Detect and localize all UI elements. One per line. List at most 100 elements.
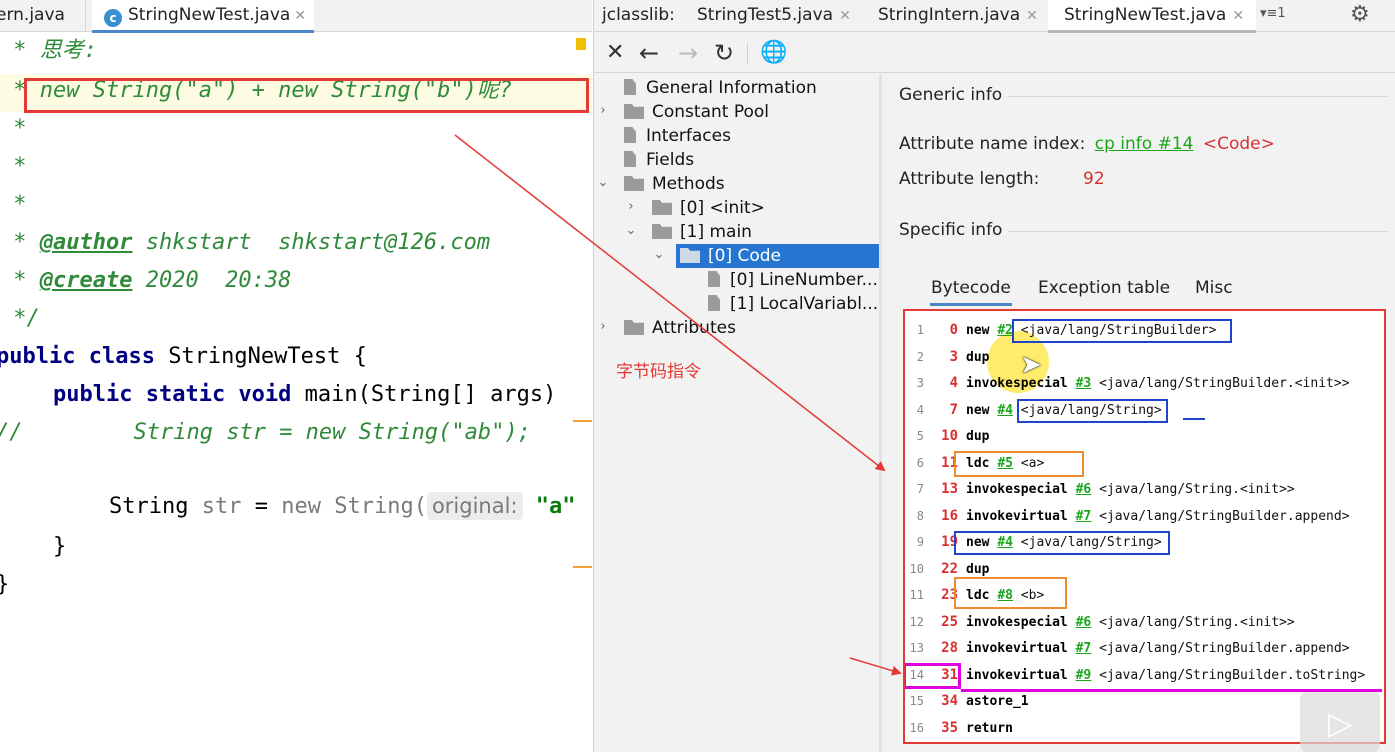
class-structure-tree[interactable]: General Information › Constant Pool Inte…	[594, 74, 882, 752]
play-button[interactable]: ▷	[1300, 692, 1380, 752]
bytecode-offset: 7	[949, 401, 958, 418]
close-icon[interactable]: ✕	[294, 8, 306, 24]
attribute-details: Generic info Attribute name index: cp in…	[883, 74, 1395, 752]
tree-item-attributes[interactable]: Attributes	[624, 316, 736, 340]
bytecode-row[interactable]: 2 3 dup	[905, 344, 990, 370]
tree-item-main[interactable]: [1] main	[652, 220, 752, 244]
close-icon[interactable]: ✕	[1232, 8, 1244, 24]
bytecode-argument: <java/lang/StringBuilder.append>	[1099, 641, 1350, 656]
tree-item-code[interactable]: [0] Code	[676, 244, 879, 268]
constant-pool-link[interactable]: #6	[1076, 615, 1092, 630]
tab-exception-table[interactable]: Exception table	[1038, 274, 1170, 302]
folder-icon	[652, 224, 672, 239]
tree-item-constant-pool[interactable]: Constant Pool	[624, 100, 769, 124]
code-editor[interactable]: ern.java c StringNewTest.java ✕ * 思考: * ne…	[0, 0, 592, 752]
bytecode-row[interactable]: 14 31 invokevirtual #9 <java/lang/StringBu…	[905, 662, 1366, 688]
bytecode-row[interactable]: 5 10 dup	[905, 423, 990, 449]
constant-pool-link[interactable]: #9	[1076, 668, 1092, 683]
bytecode-offset: 34	[941, 693, 958, 709]
code-line: public class StringNewTest {	[0, 344, 367, 369]
jclasslib-tab-stringnewtest[interactable]: StringNewTest.java ✕	[1048, 0, 1257, 33]
folder-icon	[624, 176, 644, 191]
tree-item-line-number-table[interactable]: [0] LineNumber...	[708, 268, 878, 292]
bytecode-row[interactable]: 13 28 invokevirtual #7 <java/lang/StringBu…	[905, 635, 1350, 661]
bytecode-row[interactable]: 3 4 invokespecial #3 <java/lang/StringBuil…	[905, 370, 1350, 396]
bytecode-line-number: 4	[916, 402, 924, 417]
code-area[interactable]: * 思考: * new String("a") + new String("b"…	[0, 32, 592, 752]
bytecode-offset: 11	[941, 454, 958, 471]
parameter-hint: original:	[426, 492, 523, 520]
tree-item-interfaces[interactable]: Interfaces	[624, 124, 731, 148]
tree-item-general-information[interactable]: General Information	[624, 76, 817, 100]
chevron-down-icon[interactable]: ⌄	[624, 223, 638, 238]
constant-pool-link[interactable]: #2	[997, 323, 1013, 338]
reload-icon[interactable]: ↻	[714, 37, 734, 69]
code-line: * 思考:	[0, 38, 97, 63]
tab-list-icon[interactable]: ▾≡1	[1260, 6, 1286, 21]
bytecode-line-number: 12	[909, 614, 924, 629]
chevron-right-icon[interactable]: ›	[596, 319, 610, 334]
constant-pool-link[interactable]: #7	[1076, 509, 1092, 524]
bytecode-opcode: invokevirtual	[966, 667, 1068, 683]
chevron-down-icon[interactable]: ⌄	[652, 247, 666, 262]
file-icon	[708, 271, 720, 287]
cp-info-link[interactable]: cp info #14	[1095, 134, 1194, 154]
tab-misc[interactable]: Misc	[1195, 274, 1233, 302]
constant-pool-link[interactable]: #3	[1076, 376, 1092, 391]
code-line: */	[0, 306, 40, 331]
bytecode-line-number: 11	[909, 588, 924, 602]
jclasslib-tab-stringtest5[interactable]: StringTest5.java ✕	[697, 0, 851, 32]
file-icon	[624, 79, 636, 95]
tree-item-methods[interactable]: Methods	[624, 172, 725, 196]
bytecode-row[interactable]: 16 35 return	[905, 715, 1013, 741]
back-icon[interactable]: ←	[639, 37, 659, 69]
web-icon[interactable]: 🌐	[760, 37, 787, 69]
constant-pool-link[interactable]: #4	[997, 403, 1013, 418]
bytecode-offset: 28	[941, 640, 958, 656]
close-icon[interactable]: ✕	[839, 8, 851, 24]
bytecode-opcode: invokevirtual	[966, 641, 1068, 656]
tree-item-local-variable-table[interactable]: [1] LocalVariabl...	[708, 292, 878, 316]
editor-tab-stringnewtest[interactable]: c StringNewTest.java ✕	[92, 0, 314, 33]
mouse-cursor-icon: ➤	[1020, 350, 1042, 380]
bytecode-offset: 23	[941, 587, 958, 603]
attribute-name-index-row: Attribute name index: cp info #14 <Code>	[899, 134, 1275, 154]
bytecode-row[interactable]: 8 16 invokevirtual #7 <java/lang/StringBui…	[905, 503, 1350, 529]
bytecode-listing[interactable]: 1 0 new #2 <java/lang/StringBuilder> 2 3 dup 3…	[903, 309, 1386, 744]
jclasslib-toolbar: ✕ ← → ↻ 🌐	[594, 33, 1395, 73]
bytecode-offset: 16	[941, 507, 958, 524]
bytecode-argument: <java/lang/String.<init>>	[1099, 614, 1295, 630]
code-line: public static void main(String[] args)	[53, 382, 557, 407]
editor-tab-label: ern.java	[0, 5, 65, 25]
annotation-box	[1017, 399, 1168, 423]
warning-marker[interactable]	[576, 38, 586, 50]
editor-tab-stringintern[interactable]: ern.java	[0, 0, 86, 32]
annotation-box	[24, 78, 589, 113]
bytecode-opcode: dup	[966, 561, 990, 577]
bytecode-opcode: invokespecial	[966, 482, 1068, 497]
close-icon[interactable]: ✕	[606, 37, 624, 69]
code-line: * @create 2020 20:38	[0, 268, 292, 293]
bytecode-row[interactable]: 12 25 invokespecial #6 <java/lang/String.<…	[905, 609, 1295, 635]
chevron-down-icon[interactable]: ⌄	[596, 175, 610, 190]
annotation-label: 字节码指令	[616, 362, 701, 382]
constant-pool-link[interactable]: #7	[1076, 641, 1092, 656]
close-icon[interactable]: ✕	[1026, 8, 1038, 24]
constant-pool-link[interactable]: #6	[1076, 482, 1092, 497]
tree-item-init[interactable]: [0] <init>	[652, 196, 765, 220]
bytecode-row[interactable]: 7 13 invokespecial #6 <java/lang/String.<i…	[905, 476, 1295, 502]
jclasslib-tab-stringintern[interactable]: StringIntern.java ✕	[878, 0, 1038, 32]
gear-icon[interactable]: ⚙	[1350, 2, 1370, 27]
bytecode-opcode: astore_1	[966, 694, 1029, 709]
chevron-right-icon[interactable]: ›	[596, 103, 610, 118]
forward-icon[interactable]: →	[678, 37, 698, 69]
tab-bytecode[interactable]: Bytecode	[930, 274, 1012, 306]
bytecode-argument: <java/lang/StringBuilder.<init>>	[1099, 376, 1350, 391]
bytecode-offset: 0	[949, 322, 958, 338]
bytecode-offset: 22	[941, 560, 958, 577]
splitter[interactable]	[879, 74, 882, 752]
bytecode-line-number: 10	[909, 561, 924, 576]
chevron-right-icon[interactable]: ›	[624, 199, 638, 214]
tree-item-fields[interactable]: Fields	[624, 148, 694, 172]
bytecode-opcode: dup	[966, 349, 990, 365]
